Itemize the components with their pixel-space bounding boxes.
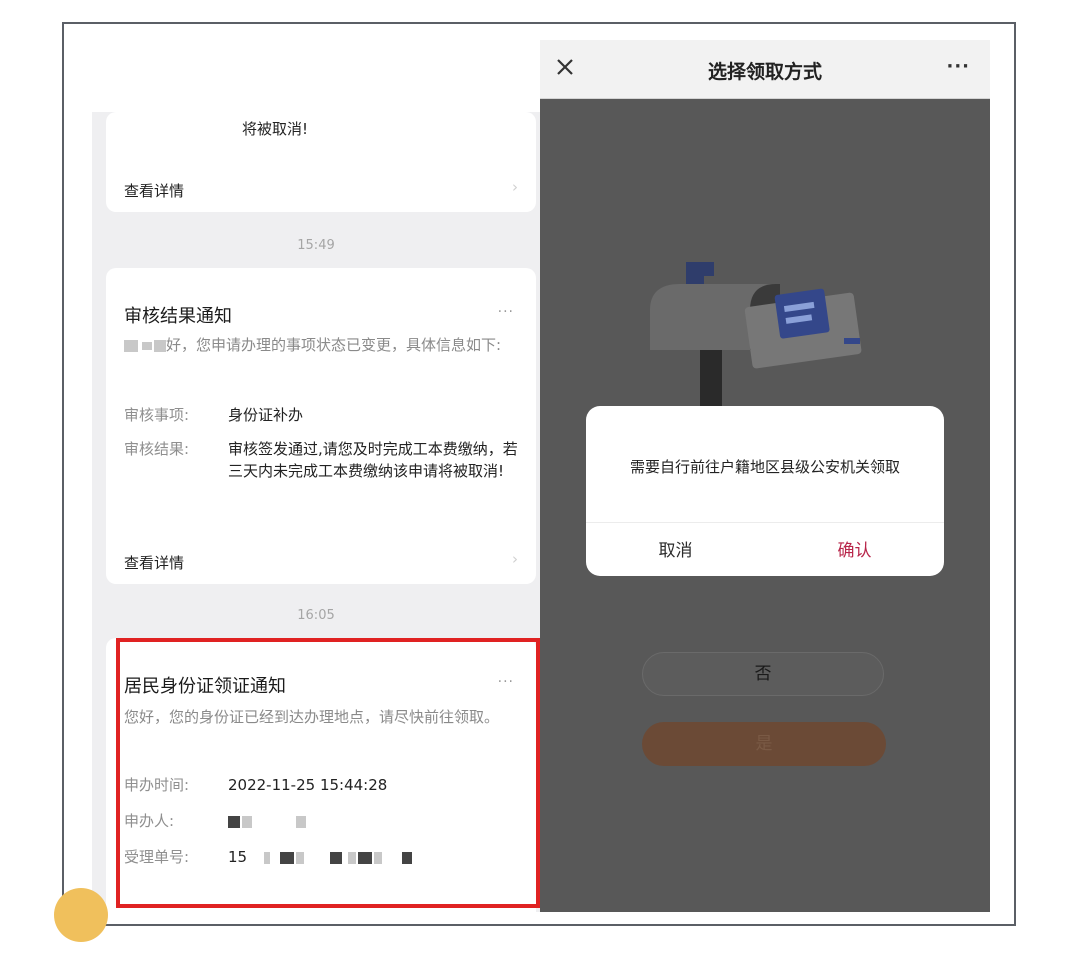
review-result-label: 审核结果: [124, 440, 190, 458]
dialog-message: 需要自行前往户籍地区县级公安机关领取 [629, 458, 900, 476]
review-item-label: 审核事项: [124, 406, 190, 424]
more-options-icon[interactable]: ··· [946, 56, 970, 77]
no-button[interactable]: 否 [642, 652, 884, 696]
timestamp: 15:49 [297, 238, 335, 253]
more-icon[interactable]: ··· [498, 304, 514, 320]
confirm-button[interactable]: 确认 [765, 536, 944, 561]
card-description: 好，您申请办理的事项状态已变更，具体信息如下: [124, 334, 524, 356]
page-title: 选择领取方式 [707, 61, 822, 83]
card-title: 审核结果通知 [124, 306, 232, 327]
chevron-right-icon[interactable]: › [512, 178, 518, 196]
dialog-divider [586, 522, 944, 523]
cancel-button[interactable]: 取消 [586, 536, 765, 561]
navigation-bar: 选择领取方式 ··· [540, 40, 990, 99]
review-item-value: 身份证补办 [228, 406, 304, 424]
yes-button[interactable]: 是 [642, 722, 886, 766]
redacted-name [124, 339, 138, 352]
message-tail-text: 将被取消! [242, 120, 309, 138]
app-screen: 选择领取方式 ··· 需要自行前往户籍地区县级公安机关领取 取消 确认 否 是 [540, 40, 990, 912]
chevron-right-icon[interactable]: › [512, 550, 518, 568]
highlight-box [116, 638, 540, 908]
view-details-link[interactable]: 查看详情 [124, 180, 184, 201]
timestamp: 16:05 [297, 608, 335, 623]
decorative-circle [54, 888, 108, 942]
mailbox-illustration [650, 262, 862, 410]
confirm-dialog: 需要自行前往户籍地区县级公安机关领取 取消 确认 [586, 406, 944, 576]
message-card-review-result: 审核结果通知 ··· 好，您申请办理的事项状态已变更，具体信息如下: 审核事项:… [106, 268, 536, 584]
view-details-link[interactable]: 查看详情 [124, 552, 184, 573]
review-result-value: 审核签发通过,请您及时完成工本费缴纳，若三天内未完成工本费缴纳该申请将被取消! [228, 440, 518, 480]
message-card-previous: 将被取消! 查看详情 › [106, 112, 536, 212]
